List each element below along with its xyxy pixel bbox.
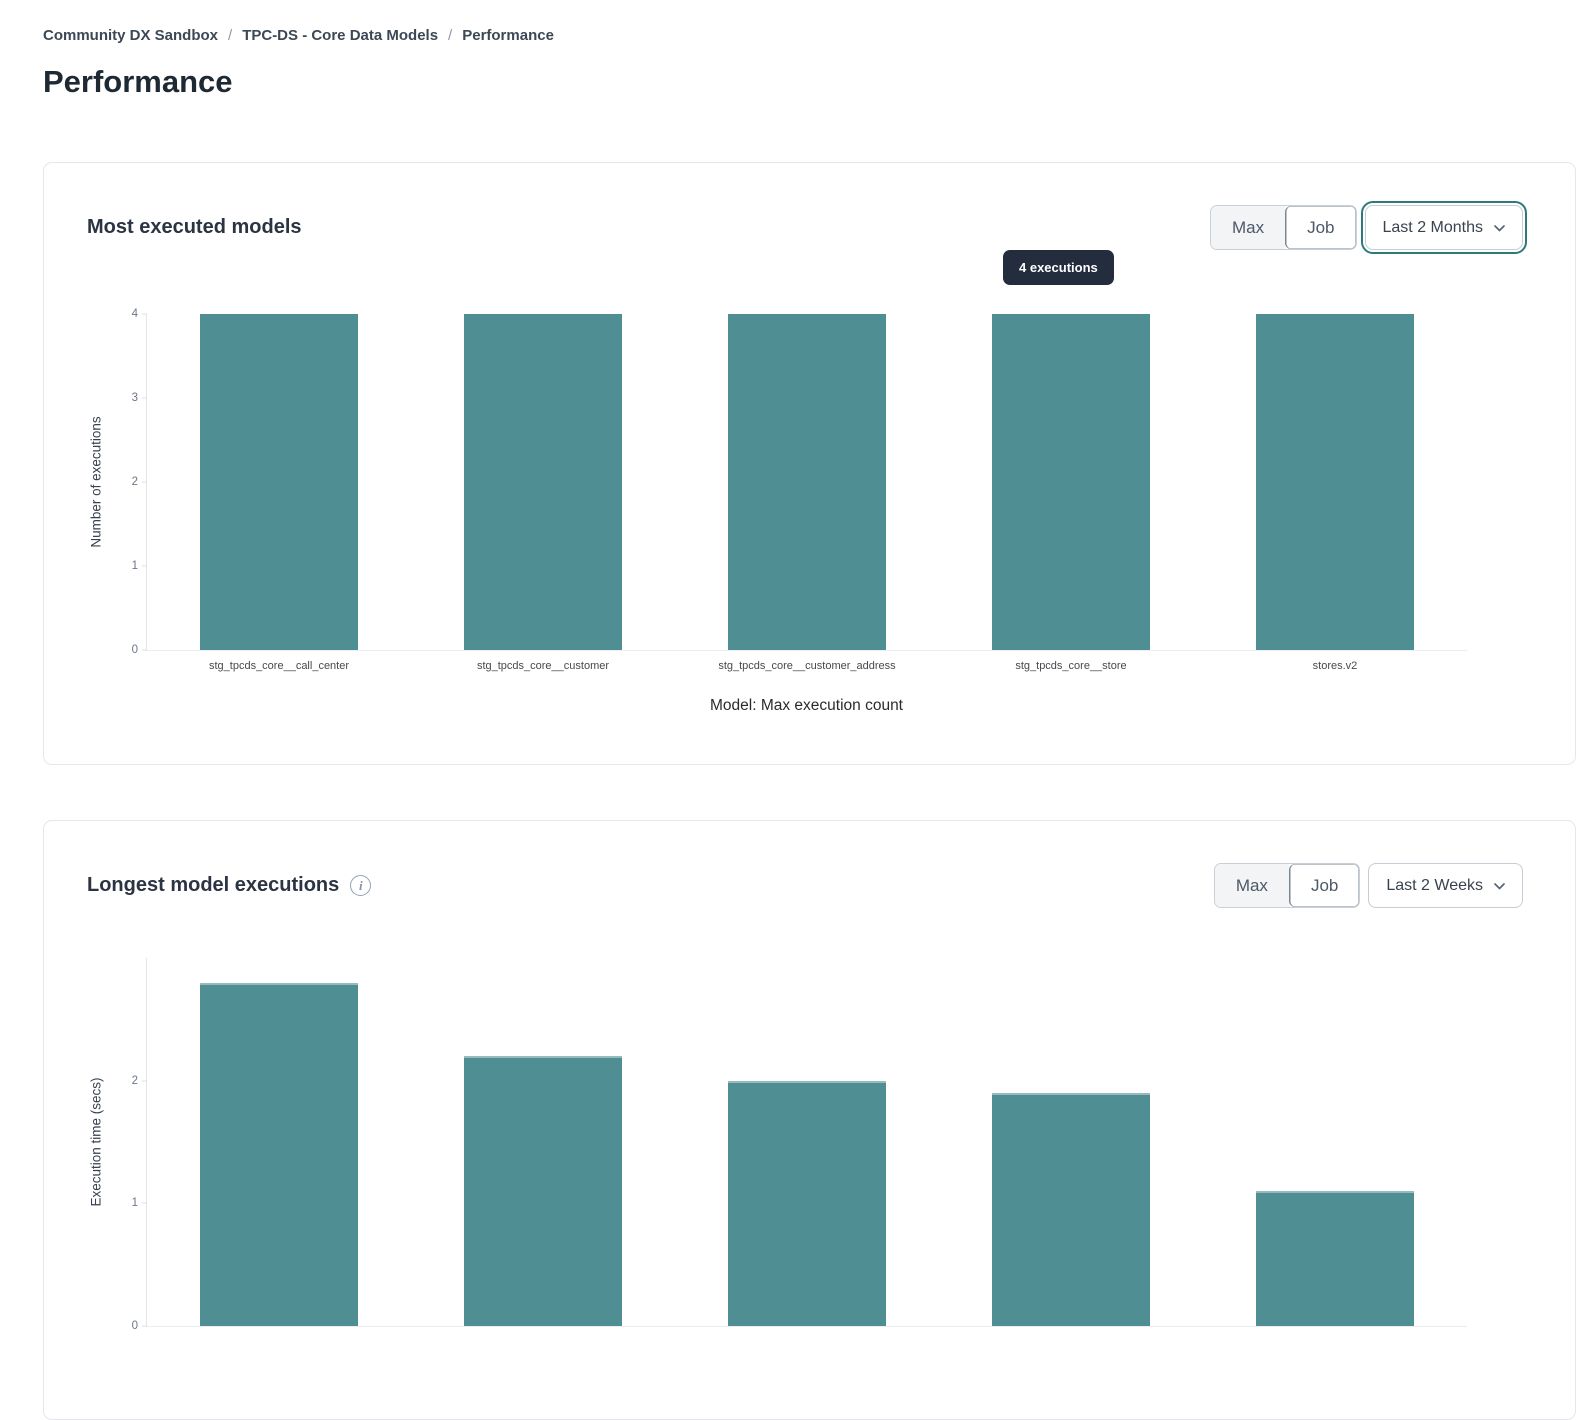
bar-slot (411, 958, 675, 1326)
chart-title: Most executed models (87, 216, 302, 239)
chevron-down-icon (1494, 877, 1505, 895)
bar-stg_tpcds_core__customer_address[interactable] (728, 314, 886, 650)
y-tick-label: 3 (132, 392, 138, 404)
bar-item-2[interactable] (728, 1081, 886, 1326)
toggle-job-button[interactable]: Job (1285, 206, 1355, 249)
bar-slot: stg_tpcds_core__call_center (147, 314, 411, 650)
bar-slot: stg_tpcds_core__customer_address (675, 314, 939, 650)
x-tick-label: stg_tpcds_core__call_center (209, 660, 349, 672)
breadcrumb-item-current: Performance (462, 27, 554, 44)
y-axis-label: Execution time (secs) (89, 1077, 104, 1206)
y-tick-label: 2 (132, 476, 138, 488)
bar-slot: stores.v2 (1203, 314, 1467, 650)
chart-title-text: Longest model executions (87, 874, 339, 897)
period-dropdown-value: Last 2 Weeks (1386, 877, 1483, 895)
bar-stg_tpcds_core__customer[interactable] (464, 314, 622, 650)
chart-title: Longest model executions i (87, 874, 371, 897)
card-header: Most executed models Max Job Last 2 Mont… (87, 205, 1523, 250)
period-dropdown[interactable]: Last 2 Weeks (1368, 863, 1523, 908)
bar-chart-most-executed: 01234stg_tpcds_core__call_centerstg_tpcd… (146, 314, 1467, 651)
chart-controls: Max Job Last 2 Months (1210, 205, 1523, 250)
max-job-toggle: Max Job (1214, 863, 1361, 908)
y-tick-label: 0 (132, 644, 138, 656)
toggle-max-button[interactable]: Max (1215, 864, 1289, 907)
breadcrumb: Community DX Sandbox / TPC-DS - Core Dat… (43, 27, 554, 44)
bar-slot (147, 958, 411, 1326)
bar-chart-longest-executions: 012 (146, 958, 1467, 1327)
toggle-job-button[interactable]: Job (1289, 864, 1359, 907)
x-tick-label: stores.v2 (1313, 660, 1358, 672)
period-dropdown[interactable]: Last 2 Months (1365, 205, 1524, 250)
y-tick-label: 0 (132, 1320, 138, 1332)
info-icon[interactable]: i (350, 875, 371, 896)
bars-area: stg_tpcds_core__call_centerstg_tpcds_cor… (147, 314, 1467, 650)
chart-controls: Max Job Last 2 Weeks (1214, 863, 1523, 908)
y-tick-label: 2 (132, 1075, 138, 1087)
x-tick-label: stg_tpcds_core__customer (477, 660, 609, 672)
card-longest-model-executions: Longest model executions i Max Job Last … (43, 820, 1576, 1420)
toggle-max-button[interactable]: Max (1211, 206, 1285, 249)
y-tick-label: 4 (132, 308, 138, 320)
x-axis-title: Model: Max execution count (146, 697, 1467, 715)
bar-item-1[interactable] (464, 1056, 622, 1326)
y-tick-label: 1 (132, 1197, 138, 1209)
period-dropdown-value: Last 2 Months (1383, 219, 1484, 237)
y-axis-label: Number of executions (89, 416, 104, 547)
chevron-down-icon (1494, 219, 1505, 237)
bar-slot: stg_tpcds_core__store (939, 314, 1203, 650)
bar-item-4[interactable] (1256, 1191, 1414, 1326)
bar-stg_tpcds_core__call_center[interactable] (200, 314, 358, 650)
breadcrumb-item-project[interactable]: Community DX Sandbox (43, 27, 218, 44)
bar-slot (939, 958, 1203, 1326)
chart-title-text: Most executed models (87, 216, 302, 239)
y-tick-label: 1 (132, 560, 138, 572)
card-most-executed-models: Most executed models Max Job Last 2 Mont… (43, 162, 1576, 765)
x-tick-label: stg_tpcds_core__store (1015, 660, 1126, 672)
bar-slot (675, 958, 939, 1326)
card-header: Longest model executions i Max Job Last … (87, 863, 1523, 908)
x-tick-label: stg_tpcds_core__customer_address (718, 660, 895, 672)
bar-item-3[interactable] (992, 1093, 1150, 1326)
max-job-toggle: Max Job (1210, 205, 1357, 250)
bar-slot (1203, 958, 1467, 1326)
bar-item-0[interactable] (200, 983, 358, 1326)
bar-stores.v2[interactable] (1256, 314, 1414, 650)
bar-slot: stg_tpcds_core__customer (411, 314, 675, 650)
chart-tooltip: 4 executions (1003, 250, 1114, 285)
breadcrumb-item-environment[interactable]: TPC-DS - Core Data Models (242, 27, 438, 44)
breadcrumb-separator: / (448, 27, 452, 44)
page-title: Performance (43, 64, 233, 100)
bar-stg_tpcds_core__store[interactable] (992, 314, 1150, 650)
breadcrumb-separator: / (228, 27, 232, 44)
bars-area (147, 958, 1467, 1326)
